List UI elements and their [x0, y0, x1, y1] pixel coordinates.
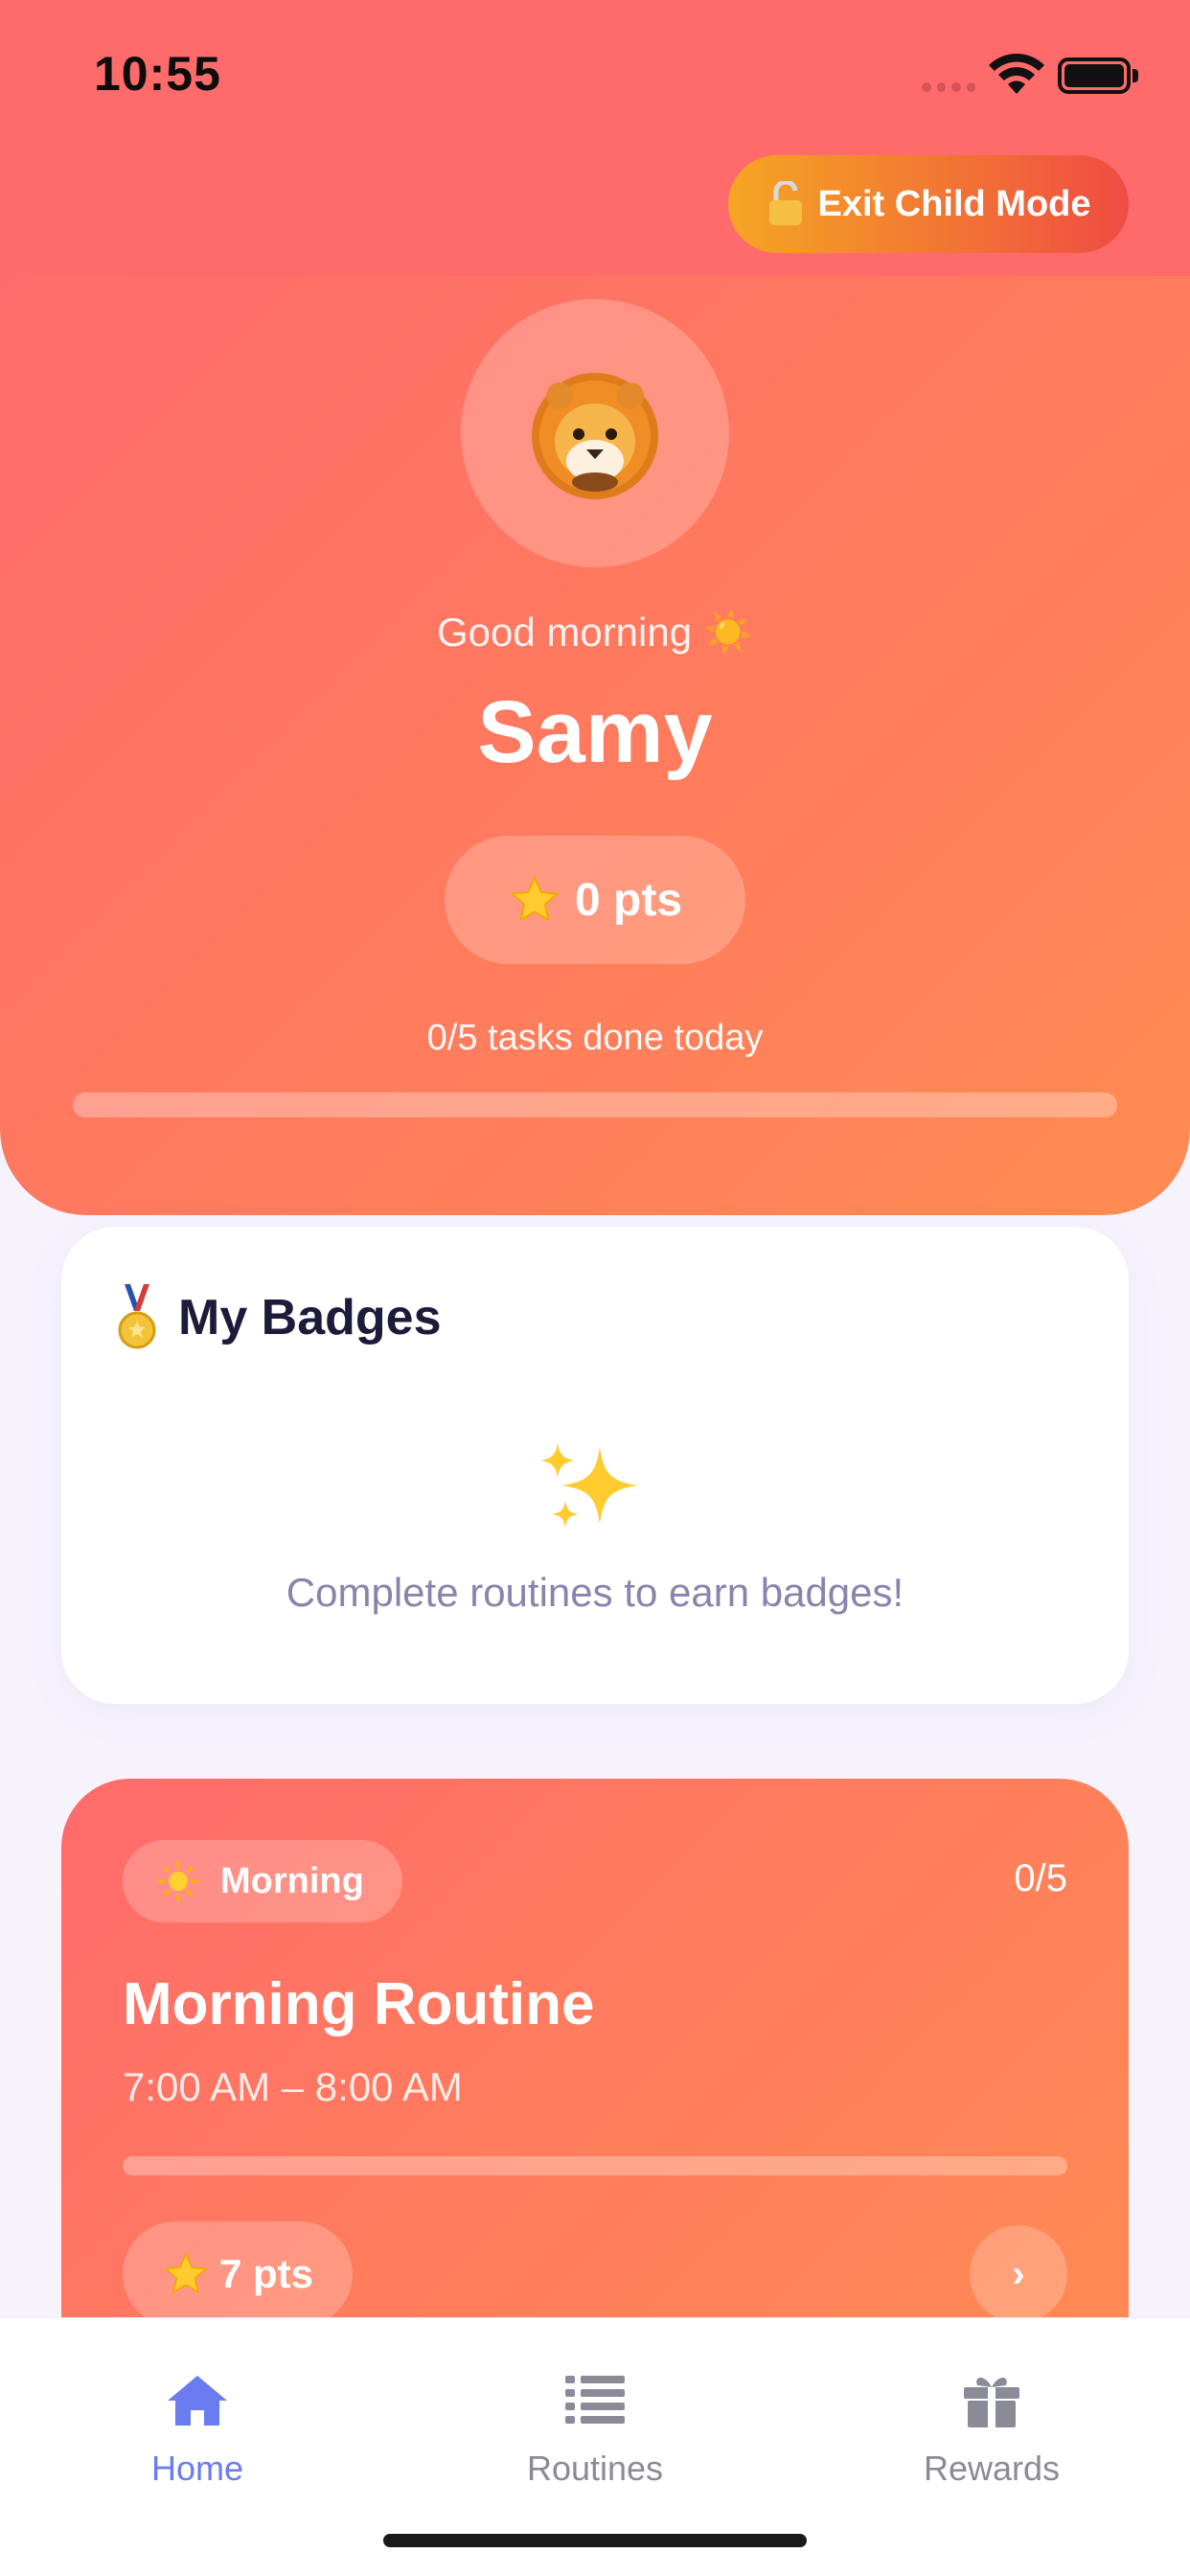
tab-home[interactable]: Home	[54, 2372, 341, 2489]
tasks-progress-bar	[73, 1092, 1117, 1117]
routine-points-badge: 7 pts	[123, 2221, 353, 2327]
avatar	[461, 299, 729, 567]
medal-icon	[118, 1284, 156, 1349]
tab-routines[interactable]: Routines	[451, 2372, 739, 2489]
lion-icon	[532, 373, 658, 499]
points-label: 0 pts	[574, 874, 683, 926]
status-time: 10:55	[94, 47, 221, 101]
badges-card: My Badges Complete routines to earn badg…	[61, 1227, 1129, 1704]
sparkles-icon	[540, 1443, 638, 1528]
exit-child-mode-button[interactable]: Exit Child Mode	[728, 155, 1129, 253]
cellular-signal-icon	[922, 82, 975, 94]
routine-time-range: 7:00 AM – 8:00 AM	[123, 2064, 463, 2109]
routine-points-label: 7 pts	[218, 2251, 314, 2296]
child-name: Samy	[477, 683, 713, 781]
points-badge: 0 pts	[445, 836, 745, 964]
badges-empty-text: Complete routines to earn badges!	[286, 1570, 904, 1615]
list-icon	[565, 2376, 625, 2424]
exit-child-mode-label: Exit Child Mode	[817, 183, 1091, 224]
routine-task-count: 0/5	[1014, 1857, 1067, 1899]
open-routine-button[interactable]: ›	[970, 2225, 1067, 2323]
chevron-right-icon: ›	[1012, 2252, 1025, 2295]
period-label: Morning	[220, 1860, 364, 1901]
period-chip: Morning	[123, 1840, 402, 1922]
sun-icon	[157, 1860, 199, 1902]
badges-header: My Badges	[117, 1284, 442, 1351]
home-indicator	[383, 2534, 807, 2547]
badges-title: My Badges	[178, 1290, 442, 1346]
routine-progress-bar	[123, 2156, 1067, 2175]
unlock-icon	[768, 181, 802, 225]
routine-title: Morning Routine	[123, 1971, 595, 2037]
battery-cap	[1133, 69, 1138, 82]
star-icon	[164, 2252, 208, 2294]
tab-routines-label: Routines	[526, 2449, 664, 2488]
tab-rewards-label: Rewards	[923, 2449, 1061, 2488]
status-bar: 10:55	[0, 0, 1190, 144]
greeting-text: Good morning ☀️	[436, 610, 754, 655]
battery-icon	[1058, 58, 1131, 94]
tab-rewards[interactable]: Rewards	[848, 2372, 1135, 2489]
wifi-icon	[989, 54, 1044, 94]
star-icon	[510, 875, 560, 922]
tab-home-label: Home	[150, 2449, 244, 2488]
gift-icon	[964, 2378, 1019, 2427]
tasks-summary: 0/5 tasks done today	[426, 1018, 764, 1058]
home-icon	[168, 2376, 227, 2426]
